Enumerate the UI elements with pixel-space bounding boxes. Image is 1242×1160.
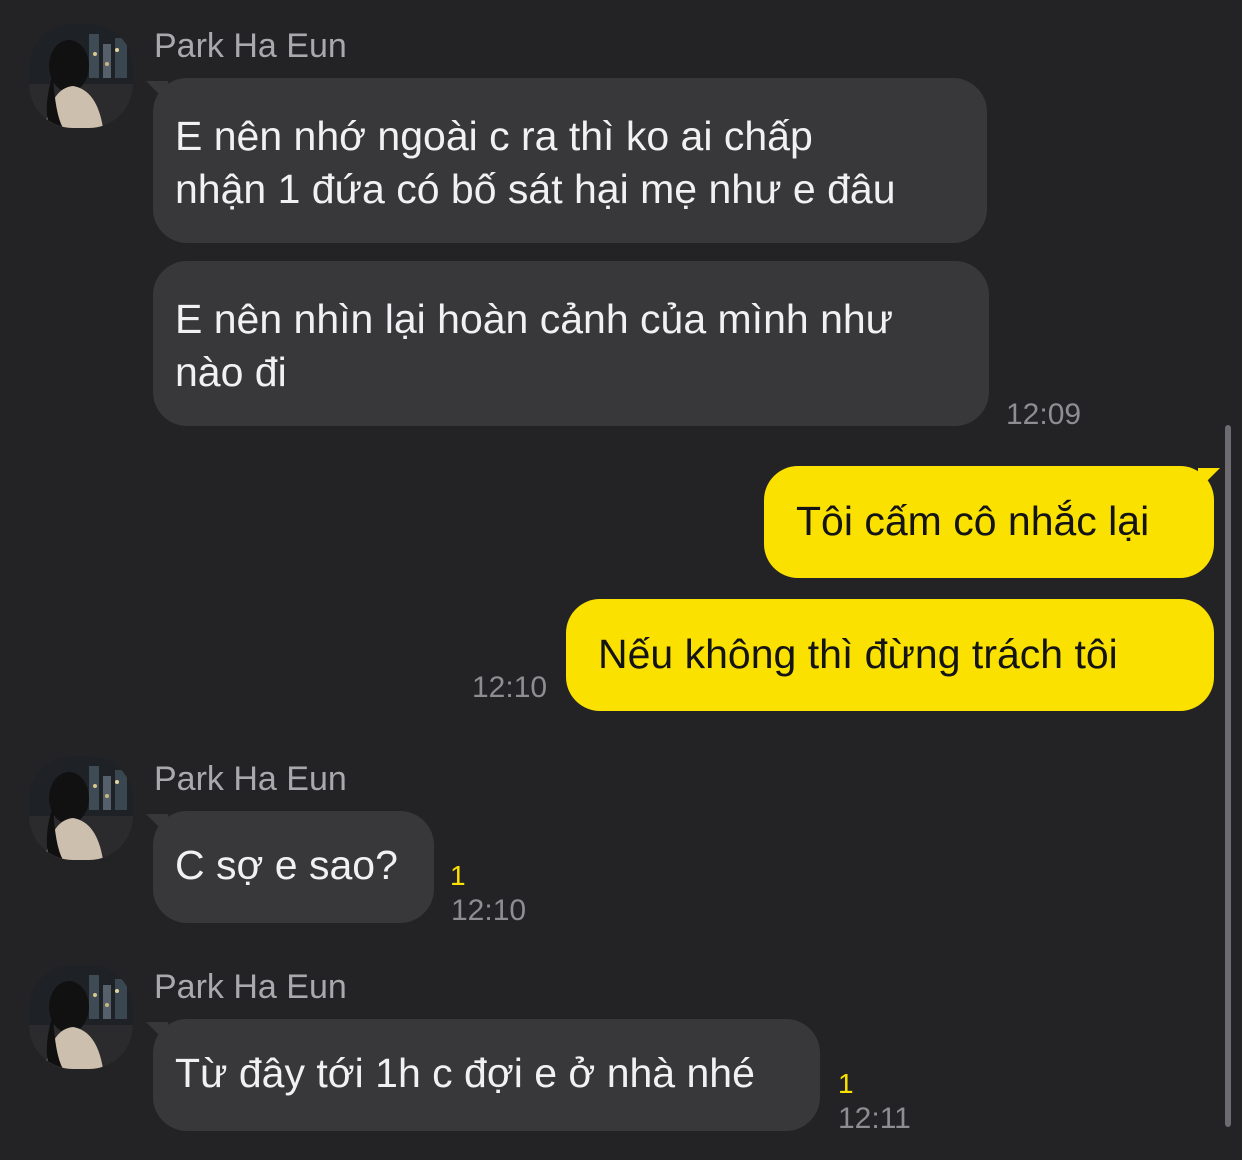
sender-avatar[interactable] — [29, 24, 133, 128]
incoming-message-bubble[interactable]: E nên nhớ ngoài c ra thì ko ai chấp nhận… — [153, 78, 987, 243]
sender-name: Park Ha Eun — [154, 760, 347, 798]
incoming-message-bubble[interactable]: C sợ e sao? — [153, 811, 434, 923]
avatar-photo-icon — [29, 965, 133, 1069]
sender-avatar[interactable] — [29, 756, 133, 860]
message-text: Tôi cấm cô nhắc lại — [796, 498, 1150, 544]
message-text-line: E nên nhìn lại hoàn cảnh của mình như — [175, 296, 894, 342]
unread-count: 1 — [450, 860, 466, 891]
chat-scrollbar[interactable] — [1225, 425, 1231, 1127]
incoming-message-bubble[interactable]: E nên nhìn lại hoàn cảnh của mình như nà… — [153, 261, 989, 426]
avatar-photo-icon — [29, 756, 133, 860]
message-text-line: nào đi — [175, 349, 287, 395]
message-timestamp: 12:10 — [472, 671, 548, 704]
message-text: C sợ e sao? — [175, 842, 398, 888]
message-text-line: E nên nhớ ngoài c ra thì ko ai chấp — [175, 113, 813, 159]
outgoing-message-bubble[interactable]: Nếu không thì đừng trách tôi — [566, 599, 1214, 711]
message-timestamp: 12:09 — [1006, 398, 1082, 431]
message-timestamp: 12:10 — [451, 894, 527, 927]
message-timestamp: 12:11 — [838, 1102, 911, 1135]
message-text-line: nhận 1 đứa có bố sát hại mẹ như e đâu — [175, 166, 896, 212]
outgoing-message-bubble[interactable]: Tôi cấm cô nhắc lại — [764, 466, 1214, 578]
sender-name: Park Ha Eun — [154, 968, 347, 1006]
incoming-message-bubble[interactable]: Từ đây tới 1h c đợi e ở nhà nhé — [153, 1019, 820, 1131]
avatar-photo-icon — [29, 24, 133, 128]
sender-name: Park Ha Eun — [154, 27, 347, 65]
message-text: Nếu không thì đừng trách tôi — [598, 631, 1118, 677]
unread-count: 1 — [838, 1068, 854, 1099]
sender-avatar[interactable] — [29, 965, 133, 1069]
message-text: Từ đây tới 1h c đợi e ở nhà nhé — [175, 1050, 755, 1096]
